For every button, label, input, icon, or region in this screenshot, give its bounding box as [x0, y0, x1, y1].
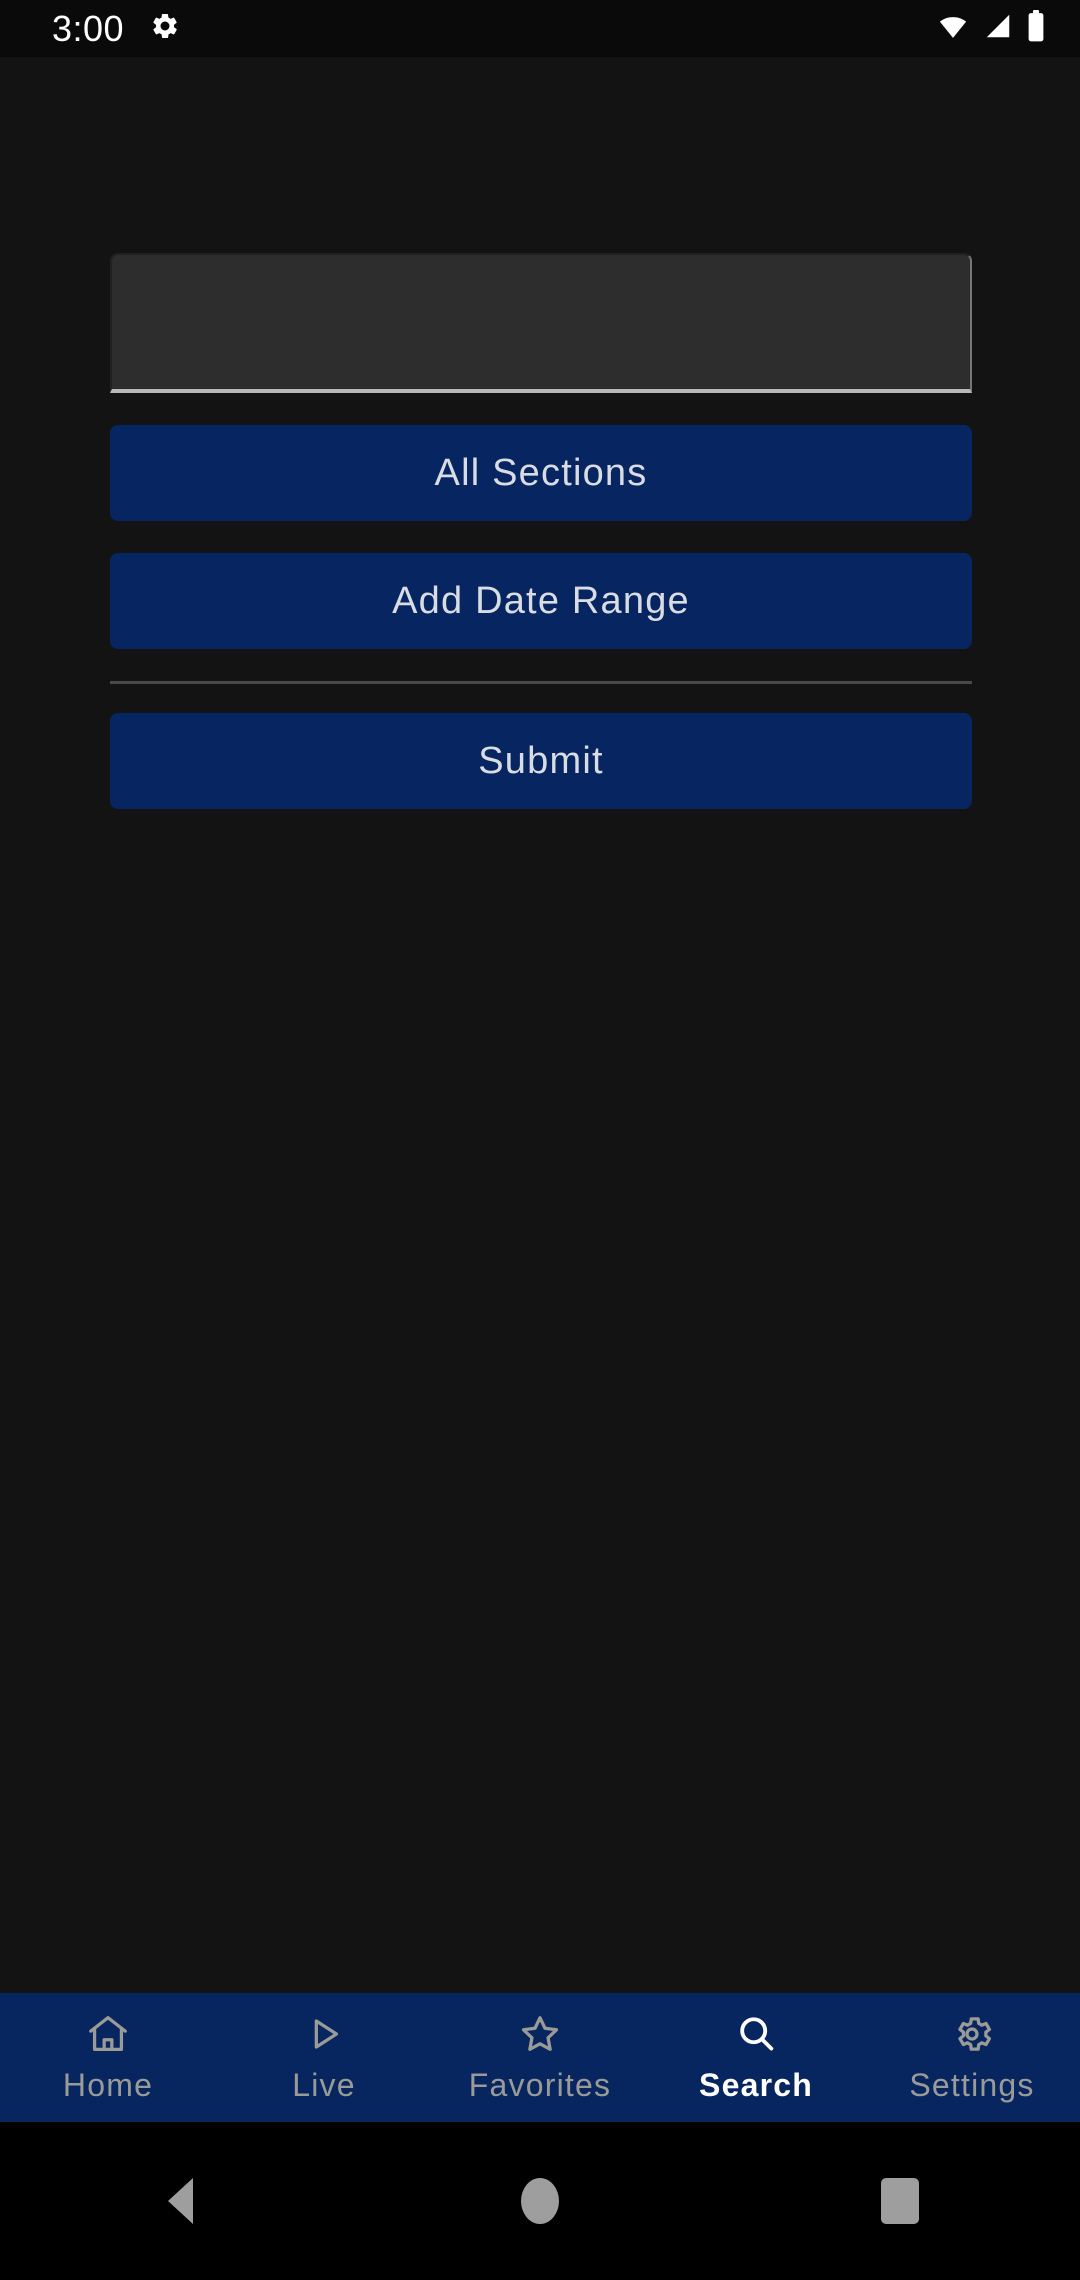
wifi-icon [936, 11, 970, 46]
play-icon [301, 2011, 347, 2057]
status-bar: 3:00 [0, 0, 1080, 57]
home-button[interactable] [360, 2178, 720, 2224]
battery-full-icon [1026, 10, 1046, 47]
status-time: 3:00 [52, 7, 125, 49]
cellular-signal-icon [982, 11, 1014, 46]
search-form: All Sections Add Date Range Submit [110, 253, 972, 809]
search-query-input[interactable] [110, 253, 972, 393]
phone-screen: 3:00 All Sections Add Date Range Submit … [0, 0, 1080, 2280]
tab-label-search: Search [699, 2067, 813, 2103]
back-triangle-icon [167, 2178, 193, 2224]
submit-button[interactable]: Submit [110, 713, 972, 809]
tab-label-favorites: Favorites [468, 2067, 612, 2103]
recents-square-icon [881, 2178, 919, 2224]
status-bar-right [936, 10, 1046, 47]
tab-live[interactable]: Live [216, 1993, 432, 2122]
tab-favorites[interactable]: Favorites [432, 1993, 648, 2122]
home-circle-icon [521, 2178, 559, 2224]
tab-label-settings: Settings [909, 2067, 1035, 2103]
tab-label-home: Home [62, 2067, 154, 2103]
home-icon [85, 2011, 131, 2057]
search-icon [733, 2011, 779, 2057]
all-sections-button[interactable]: All Sections [110, 425, 972, 521]
tab-home[interactable]: Home [0, 1993, 216, 2122]
status-bar-left: 3:00 [52, 7, 180, 49]
add-date-range-button[interactable]: Add Date Range [110, 553, 972, 649]
bottom-tab-bar: Home Live Favorites Search Settings [0, 1993, 1080, 2122]
tab-settings[interactable]: Settings [864, 1993, 1080, 2122]
back-button[interactable] [0, 2178, 360, 2224]
gear-icon [949, 2011, 995, 2057]
tab-label-live: Live [292, 2067, 356, 2103]
android-system-nav [0, 2122, 1080, 2280]
star-icon [517, 2011, 563, 2057]
recents-button[interactable] [720, 2178, 1080, 2224]
form-divider [110, 681, 972, 684]
main-content: All Sections Add Date Range Submit [0, 57, 1080, 1993]
settings-gear-icon [150, 11, 180, 46]
tab-search[interactable]: Search [648, 1993, 864, 2122]
